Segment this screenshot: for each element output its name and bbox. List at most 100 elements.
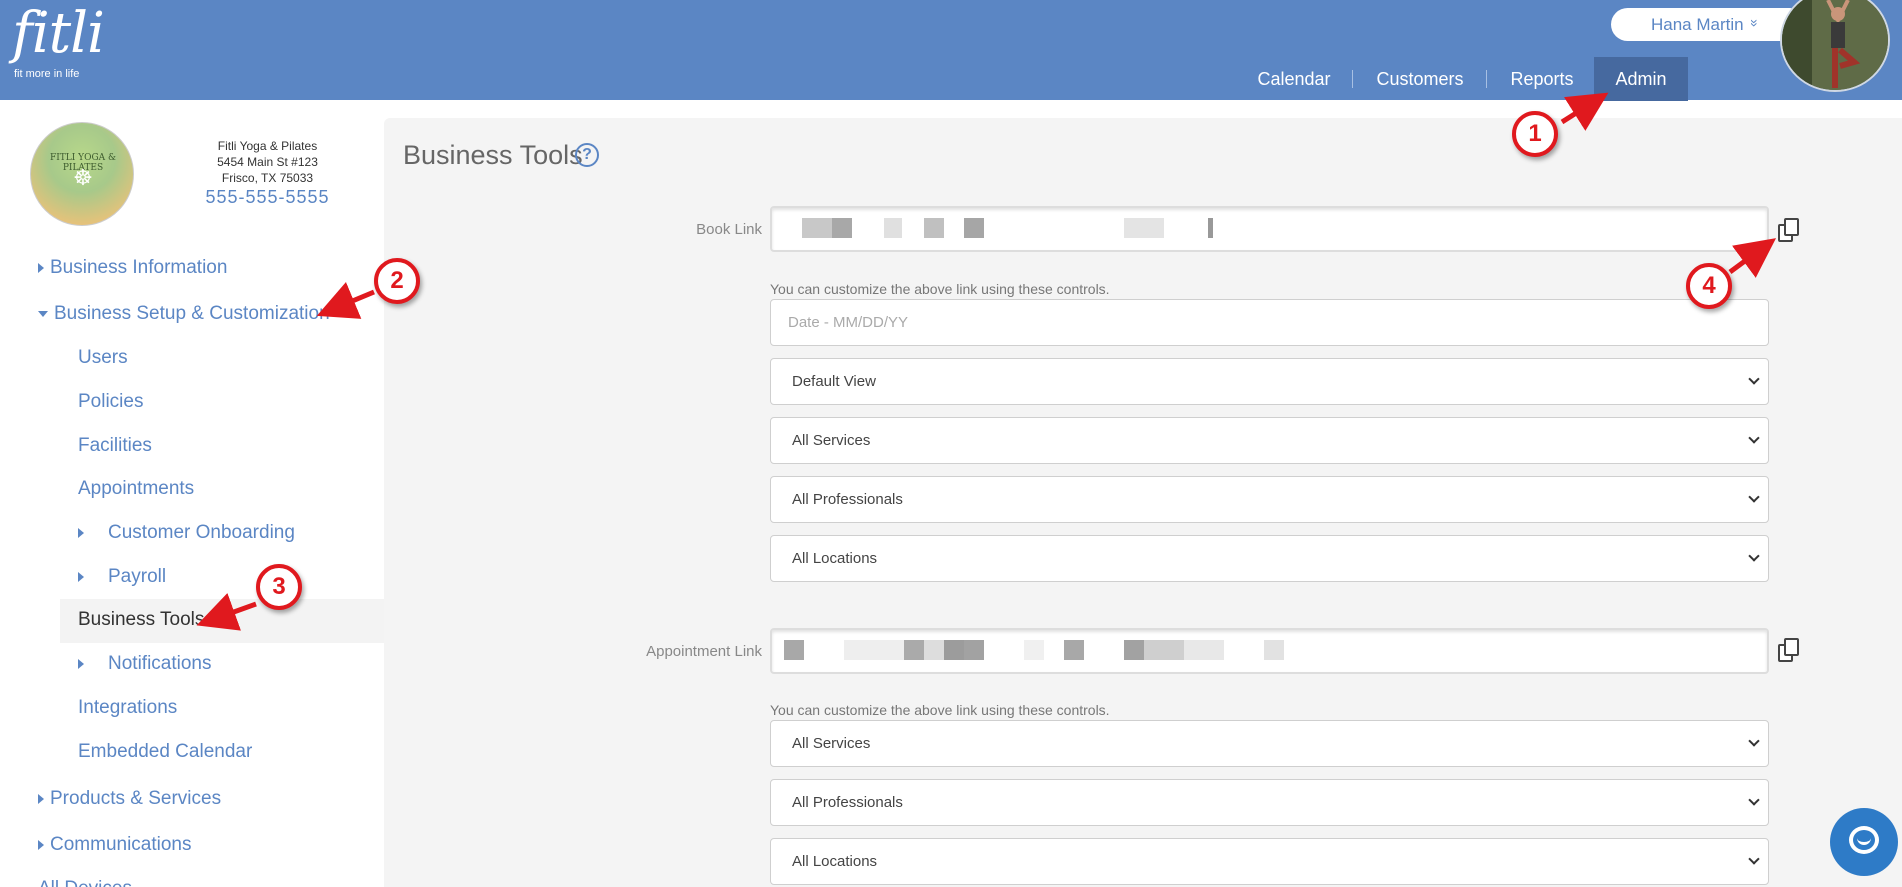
redacted-text <box>1124 640 1144 660</box>
sidebar-item-label: Communications <box>50 834 192 855</box>
business-address-line2: Frisco, TX 75033 <box>221 171 314 185</box>
annotation-badge-4: 4 <box>1686 263 1732 309</box>
top-header: fitli fit more in life Hana Martin » Cal… <box>0 0 1902 101</box>
logo-wordmark: fitli <box>12 1 105 66</box>
book-link-field[interactable] <box>770 206 1769 252</box>
sidebar-item-products-services[interactable]: Products & Services <box>38 788 221 810</box>
business-address-line1: 5454 Main St #123 <box>217 155 318 169</box>
sidebar-item-label: Customer Onboarding <box>108 522 295 543</box>
redacted-text <box>1208 218 1213 238</box>
sidebar-item-label: Notifications <box>108 653 212 674</box>
nav-admin[interactable]: Admin <box>1594 57 1688 101</box>
select-value: All Professionals <box>792 794 903 811</box>
default-view-select[interactable]: Default View <box>770 358 1769 405</box>
select-value: All Professionals <box>792 491 903 508</box>
appointment-link-label: Appointment Link <box>646 643 762 660</box>
business-contact: Fitli Yoga & Pilates 5454 Main St #123 F… <box>180 138 355 208</box>
sidebar-item-all-devices[interactable]: All Devices <box>38 878 132 887</box>
fitli-logo[interactable]: fitli fit more in life <box>12 1 105 81</box>
copy-appointment-link-icon[interactable] <box>1778 638 1802 664</box>
redacted-text <box>1064 640 1084 660</box>
redacted-text <box>832 218 852 238</box>
book-link-hint: You can customize the above link using t… <box>770 281 1110 297</box>
chevron-down-icon <box>1748 735 1760 747</box>
copy-icon-front <box>1784 638 1799 656</box>
chevron-down-icon <box>1748 550 1760 562</box>
business-logo: FITLI YOGA & PILATES ☸ <box>30 122 134 226</box>
sidebar-item-label: Business Setup & Customization <box>54 303 330 324</box>
sidebar-item-business-tools[interactable]: Business Tools <box>78 609 204 631</box>
help-icon[interactable]: ? <box>575 143 599 167</box>
redacted-text <box>784 640 804 660</box>
sidebar-item-label: Business Information <box>50 257 228 278</box>
book-services-select[interactable]: All Services <box>770 417 1769 464</box>
caret-right-icon <box>78 658 84 669</box>
sidebar-item-business-setup[interactable]: Business Setup & Customization <box>38 303 330 325</box>
nav-reports[interactable]: Reports <box>1498 57 1586 101</box>
nav-customers[interactable]: Customers <box>1366 57 1474 101</box>
chevron-down-icon <box>1748 491 1760 503</box>
redacted-text <box>924 640 944 660</box>
appointment-professionals-select[interactable]: All Professionals <box>770 779 1769 826</box>
redacted-text <box>802 218 832 238</box>
sidebar-item-payroll[interactable]: Payroll <box>78 566 166 588</box>
chevron-down-icon <box>1748 794 1760 806</box>
sidebar-item-users[interactable]: Users <box>78 347 128 369</box>
caret-right-icon <box>38 262 44 273</box>
select-value: All Locations <box>792 853 878 870</box>
annotation-badge-3: 3 <box>256 564 302 610</box>
appointment-locations-select[interactable]: All Locations <box>770 838 1769 885</box>
redacted-text <box>1184 640 1224 660</box>
redacted-text <box>1144 640 1184 660</box>
chevron-down-icon: » <box>1746 19 1763 27</box>
caret-down-icon <box>38 310 48 317</box>
sidebar-item-policies[interactable]: Policies <box>78 391 143 413</box>
caret-right-icon <box>78 571 84 582</box>
select-value: All Locations <box>792 550 878 567</box>
avatar[interactable] <box>1780 0 1890 92</box>
chat-launcher-button[interactable] <box>1830 808 1898 876</box>
logo-tagline: fit more in life <box>14 68 80 80</box>
sidebar-item-notifications[interactable]: Notifications <box>78 653 212 675</box>
redacted-text <box>844 640 904 660</box>
page-title: Business Tools <box>403 140 583 170</box>
avatar-photo-icon <box>1782 0 1888 90</box>
business-name: Fitli Yoga & Pilates <box>217 139 318 153</box>
redacted-text <box>924 218 944 238</box>
sidebar-item-label: Payroll <box>108 566 167 587</box>
sidebar-item-appointments[interactable]: Appointments <box>78 478 194 500</box>
redacted-text <box>904 640 924 660</box>
redacted-text <box>944 640 964 660</box>
copy-icon-front <box>1784 218 1799 236</box>
caret-right-icon <box>78 527 84 538</box>
business-phone[interactable]: 555-555-5555 <box>180 186 355 208</box>
sidebar-item-facilities[interactable]: Facilities <box>78 435 152 457</box>
redacted-text <box>964 218 984 238</box>
select-value: All Services <box>792 735 871 752</box>
date-input[interactable]: Date - MM/DD/YY <box>770 299 1769 346</box>
chevron-down-icon <box>1748 432 1760 444</box>
user-menu-button[interactable]: Hana Martin » <box>1611 8 1806 41</box>
sidebar-item-integrations[interactable]: Integrations <box>78 697 177 719</box>
nav-calendar[interactable]: Calendar <box>1244 57 1344 101</box>
redacted-text <box>964 640 984 660</box>
caret-right-icon <box>38 839 44 850</box>
redacted-text <box>1124 218 1164 238</box>
appointment-services-select[interactable]: All Services <box>770 720 1769 767</box>
chevron-down-icon <box>1748 373 1760 385</box>
sidebar-item-customer-onboarding[interactable]: Customer Onboarding <box>78 522 295 544</box>
sidebar-item-business-information[interactable]: Business Information <box>38 257 227 279</box>
book-locations-select[interactable]: All Locations <box>770 535 1769 582</box>
sidebar-item-communications[interactable]: Communications <box>38 834 192 856</box>
sidebar-item-embedded-calendar[interactable]: Embedded Calendar <box>78 741 252 763</box>
book-professionals-select[interactable]: All Professionals <box>770 476 1769 523</box>
select-value: Default View <box>792 373 876 390</box>
appointment-link-field[interactable] <box>770 628 1769 674</box>
copy-book-link-icon[interactable] <box>1778 218 1802 244</box>
annotation-badge-2: 2 <box>374 258 420 304</box>
redacted-text <box>1024 640 1044 660</box>
caret-right-icon <box>38 793 44 804</box>
appointment-link-hint: You can customize the above link using t… <box>770 702 1110 718</box>
redacted-text <box>884 218 902 238</box>
select-value: All Services <box>792 432 871 449</box>
